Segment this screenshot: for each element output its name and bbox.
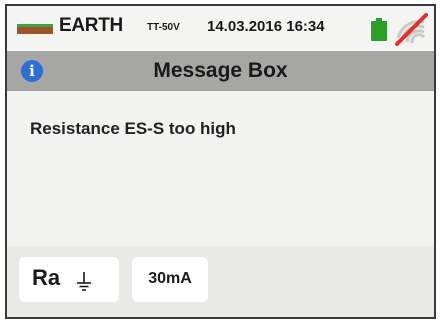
ra-softkey[interactable]: Ra: [19, 257, 119, 302]
date-time: 14.03.2016 16:34: [207, 18, 325, 35]
message-area: Resistance ES-S too high: [7, 91, 434, 246]
title-bar: i Message Box: [7, 51, 434, 91]
current-30ma-softkey[interactable]: 30mA: [132, 257, 208, 302]
ground-icon: [77, 272, 91, 291]
dialog-title: Message Box: [153, 59, 288, 82]
earth-icon: [17, 24, 53, 34]
wifi-off-icon: [395, 13, 428, 46]
ra-label: Ra: [32, 265, 61, 290]
battery-full-icon: [371, 18, 387, 41]
status-bar: EARTH TT-50V 14.03.2016 16:34: [7, 6, 434, 51]
mode-label: EARTH: [59, 15, 123, 36]
current-label: 30mA: [148, 270, 192, 287]
instrument-screen: EARTH TT-50V 14.03.2016 16:34 i Message …: [5, 4, 436, 319]
softkey-bar: Ra 30mA: [7, 246, 434, 317]
mode-subtype: TT-50V: [147, 22, 180, 33]
message-text: Resistance ES-S too high: [30, 119, 236, 138]
